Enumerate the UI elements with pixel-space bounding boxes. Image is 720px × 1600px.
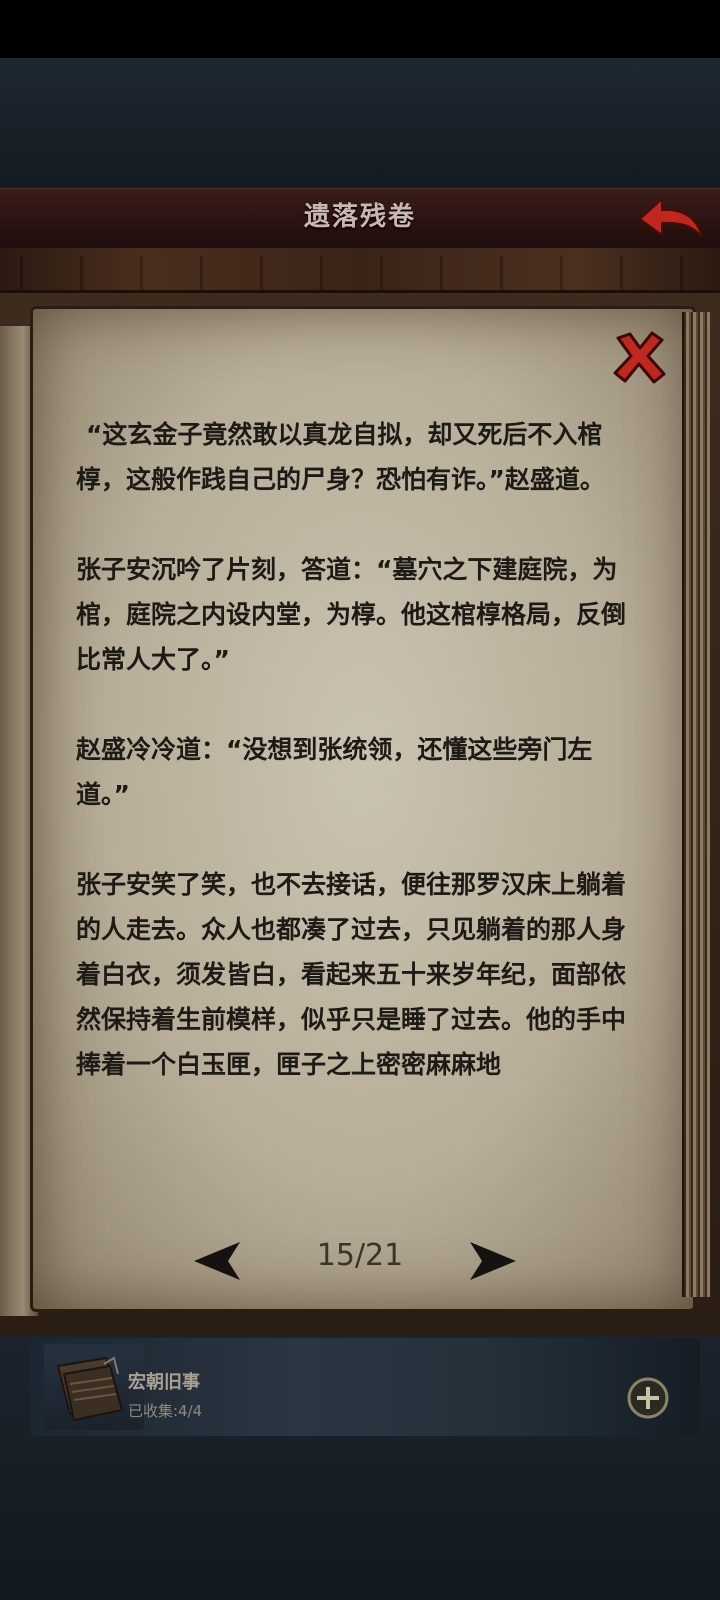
page-title: 遗落残卷 <box>303 202 416 232</box>
arrow-right-icon <box>470 1242 516 1280</box>
add-button[interactable] <box>626 1376 670 1420</box>
story-paragraph: 赵盛冷冷道：“没想到张统领，还懂这些旁门左道。” <box>76 735 593 809</box>
next-page-button[interactable] <box>468 1240 518 1282</box>
story-paragraph: 张子安沉吟了片刻，答道：“墓穴之下建庭院，为棺，庭院之内设内堂，为椁。他这棺椁格… <box>76 555 627 674</box>
close-icon <box>613 331 666 384</box>
back-button[interactable] <box>636 193 706 243</box>
story-text: “这玄金子竟然敢以真龙自拟，却又死后不入棺椁，这般作践自己的尸身？恐怕有诈。”赵… <box>76 412 641 1087</box>
collection-count: 已收集:4/4 <box>128 1402 203 1420</box>
page-navigator: 15/21 <box>0 1232 720 1288</box>
status-bar-area <box>0 0 720 58</box>
title-bar: 遗落残卷 <box>0 188 720 251</box>
story-paragraph: 张子安笑了笑，也不去接话，便往那罗汉床上躺着的人走去。众人也都凑了过去，只见躺着… <box>76 870 627 1079</box>
back-arrow-icon <box>638 196 703 238</box>
background-upper <box>0 58 720 188</box>
arrow-left-icon <box>194 1242 240 1280</box>
page-number: 15/21 <box>316 1238 404 1273</box>
plus-circle-icon <box>627 1377 669 1419</box>
close-button[interactable] <box>610 328 668 386</box>
book-page-edges <box>682 312 710 1297</box>
story-paragraph: “这玄金子竟然敢以真龙自拟，却又死后不入棺椁，这般作践自己的尸身？恐怕有诈。”赵… <box>76 420 605 494</box>
prev-page-button[interactable] <box>192 1240 242 1282</box>
collection-entry[interactable]: 宏朝旧事 已收集:4/4 <box>30 1338 700 1436</box>
collection-name: 宏朝旧事 <box>128 1372 200 1393</box>
